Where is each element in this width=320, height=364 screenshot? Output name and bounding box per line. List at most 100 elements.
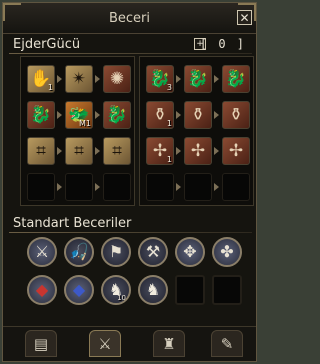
standard-skill-slot[interactable]: ♞ 10	[101, 275, 131, 305]
skill-slot[interactable]: 🐉	[27, 101, 55, 129]
chevron-right-icon	[95, 75, 100, 83]
skill-level: 1	[47, 83, 53, 92]
skill-window: Beceri ✕ EjderGücü + [ 0 ] ✋ 1 ✴ ✺ 🐉 🐲 M…	[2, 2, 257, 362]
skill-icon: ◆	[72, 280, 86, 299]
skill-tree-name: EjderGücü	[13, 37, 81, 52]
skill-icon: ✥	[183, 242, 197, 261]
divider-line	[9, 232, 252, 233]
skill-icon: 🎣	[69, 242, 89, 261]
standard-skills-title: Standart Beceriler	[13, 216, 132, 231]
skill-panel-right: 🐉 3 🐉 🐉 ⚱ 1 ⚱ ⚱ ✢ 1 ✢ ✢	[139, 56, 254, 206]
standard-skill-slot[interactable]: ⚑	[101, 237, 131, 267]
skill-level: 1	[166, 155, 172, 164]
chevron-right-icon	[57, 111, 62, 119]
skill-icon: ⚱	[190, 105, 206, 125]
skill-icon: ⌗	[74, 141, 84, 161]
empty-skill-slot	[27, 173, 55, 201]
empty-skill-slot	[222, 173, 250, 201]
skill-icon: ⚔	[34, 242, 50, 261]
standard-skill-slot[interactable]: 🎣	[64, 237, 94, 267]
skill-slot[interactable]: 🐉	[103, 101, 131, 129]
skill-slot[interactable]: ✢	[184, 137, 212, 165]
tab-guild[interactable]: ♜	[153, 330, 185, 357]
skill-slot[interactable]: ✺	[103, 65, 131, 93]
chevron-right-icon	[95, 183, 100, 191]
skill-slot[interactable]: ✢	[222, 137, 250, 165]
skill-points: [ 0 ]	[199, 37, 246, 51]
skill-icon: ✺	[109, 69, 125, 89]
quest-icon: ✎	[220, 335, 234, 353]
standard-skill-slot[interactable]: ⚔	[27, 237, 57, 267]
skill-icon: ✢	[190, 141, 206, 161]
empty-skill-slot	[65, 173, 93, 201]
empty-skill-slot	[103, 173, 131, 201]
skill-icon: 🐉	[106, 105, 128, 125]
chevron-right-icon	[176, 183, 181, 191]
skill-level: 3	[166, 83, 172, 92]
skill-icon: ◆	[35, 280, 49, 299]
skill-slot[interactable]: 🐉	[184, 65, 212, 93]
skill-slot[interactable]: ⚱	[222, 101, 250, 129]
skill-icon: 🐉	[187, 69, 209, 89]
skill-tree-header: EjderGücü + [ 0 ]	[9, 36, 252, 54]
skill-slot[interactable]: ⚱ 1	[146, 101, 174, 129]
standard-skills-grid: ⚔ 🎣 ⚑ ⚒ ✥ ✤ ◆ ◆ ♞ 10 ♞	[27, 237, 242, 309]
skill-icon: ⚑	[108, 242, 124, 261]
chevron-right-icon	[57, 147, 62, 155]
chevron-right-icon	[214, 75, 219, 83]
skill-slot[interactable]: 🐉	[222, 65, 250, 93]
chevron-right-icon	[214, 183, 219, 191]
skill-icon: ⌗	[112, 141, 122, 161]
skill-icon: ✤	[220, 242, 234, 261]
skill-icon: ⚒	[145, 242, 161, 261]
chevron-right-icon	[176, 111, 181, 119]
skill-slot[interactable]: ⌗	[103, 137, 131, 165]
skill-icon: 🐉	[225, 69, 247, 89]
empty-skill-slot	[184, 173, 212, 201]
standard-skill-slot[interactable]: ✤	[212, 237, 242, 267]
standard-skill-slot[interactable]: ◆	[64, 275, 94, 305]
skill-level: M1	[79, 119, 91, 128]
character-icon: ▤	[33, 335, 49, 353]
tab-character[interactable]: ▤	[25, 330, 57, 357]
skill-slot[interactable]: ✴	[65, 65, 93, 93]
skill-icon: ✴	[71, 69, 87, 89]
tab-skills[interactable]: ⚔	[89, 330, 121, 357]
chevron-right-icon	[95, 111, 100, 119]
close-button[interactable]: ✕	[237, 10, 252, 25]
skill-level: 10	[117, 294, 126, 302]
skill-level: 1	[166, 119, 172, 128]
standard-skill-slot[interactable]: ♞	[138, 275, 168, 305]
empty-skill-slot	[146, 173, 174, 201]
skill-slot[interactable]: ⌗	[65, 137, 93, 165]
standard-skills-header: Standart Beceriler	[9, 215, 252, 233]
chevron-right-icon	[176, 75, 181, 83]
empty-skill-slot	[212, 275, 242, 305]
bottom-tab-bar: ▤ ⚔ ♜ ✎	[3, 326, 256, 361]
tab-quest[interactable]: ✎	[211, 330, 243, 357]
skill-panel-left: ✋ 1 ✴ ✺ 🐉 🐲 M1 🐉 ⌗ ⌗ ⌗	[20, 56, 135, 206]
divider-line	[9, 53, 252, 54]
skill-slot[interactable]: 🐲 M1	[65, 101, 93, 129]
chevron-right-icon	[57, 75, 62, 83]
chevron-right-icon	[95, 147, 100, 155]
skill-icon: ✢	[228, 141, 244, 161]
skill-icon: ♞	[145, 280, 161, 299]
chevron-right-icon	[176, 147, 181, 155]
sword-icon: ⚔	[98, 335, 112, 353]
skill-icon: 🐉	[30, 105, 52, 125]
skill-slot[interactable]: ✋ 1	[27, 65, 55, 93]
skill-icon: ⚱	[228, 105, 244, 125]
title-bar[interactable]: Beceri ✕	[3, 3, 256, 34]
standard-skill-slot[interactable]: ✥	[175, 237, 205, 267]
skill-slot[interactable]: ✢ 1	[146, 137, 174, 165]
chevron-right-icon	[214, 111, 219, 119]
standard-skill-slot[interactable]: ⚒	[138, 237, 168, 267]
castle-icon: ♜	[162, 335, 176, 353]
standard-skill-slot[interactable]: ◆	[27, 275, 57, 305]
empty-skill-slot	[175, 275, 205, 305]
chevron-right-icon	[214, 147, 219, 155]
skill-slot[interactable]: 🐉 3	[146, 65, 174, 93]
skill-slot[interactable]: ⌗	[27, 137, 55, 165]
skill-slot[interactable]: ⚱	[184, 101, 212, 129]
